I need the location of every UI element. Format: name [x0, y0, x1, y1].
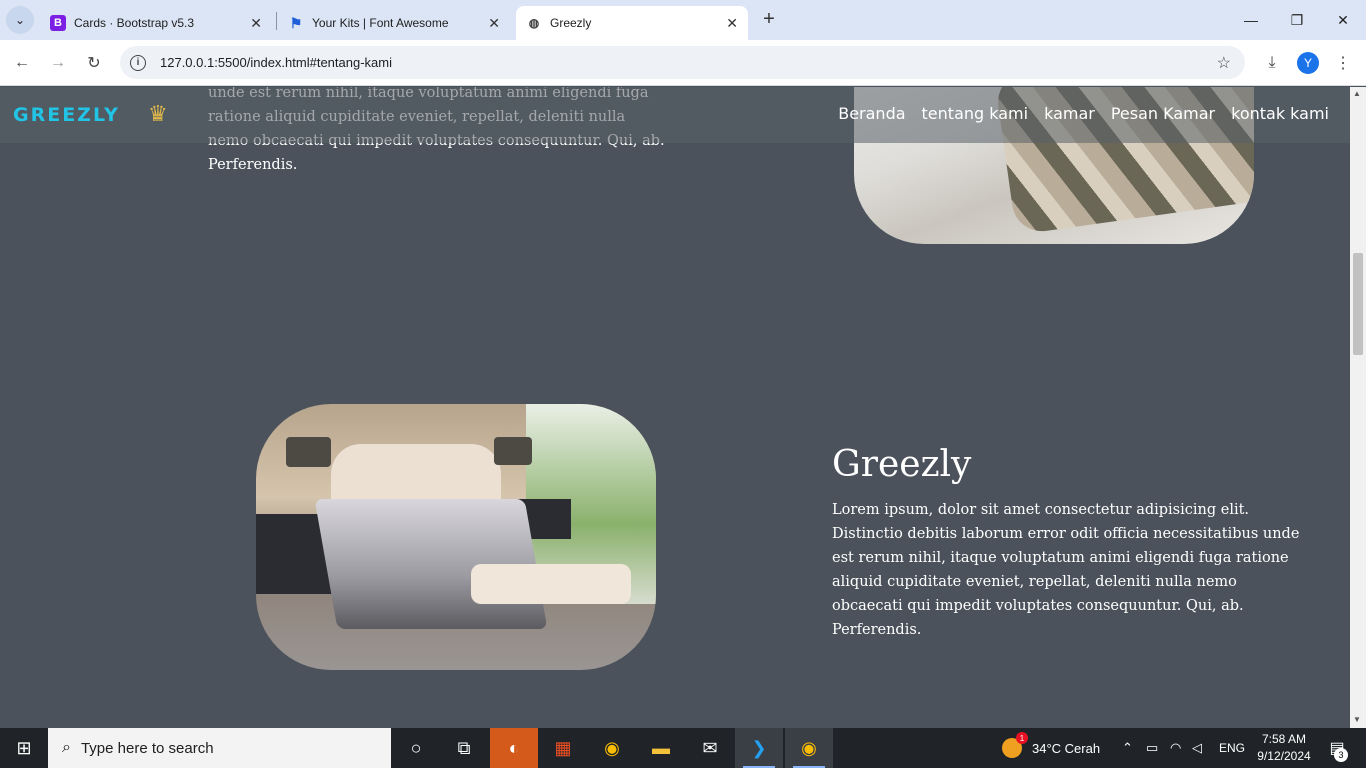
edge-icon[interactable]: ◐: [490, 728, 538, 768]
task-view-icon[interactable]: ⧉: [440, 728, 488, 768]
download-icon[interactable]: ⤓: [1260, 51, 1284, 75]
file-explorer-icon[interactable]: ▬: [637, 728, 685, 768]
wifi-icon[interactable]: ◠: [1170, 728, 1181, 768]
address-bar[interactable]: i 127.0.0.1:5500/index.html#tentang-kami…: [120, 46, 1245, 79]
system-clock[interactable]: 7:58 AM 9/12/2024: [1252, 731, 1316, 765]
nav-link-kamar[interactable]: kamar: [1044, 104, 1095, 123]
section-title: Greezly: [832, 444, 972, 485]
browser-toolbar: ← → ↻ i 127.0.0.1:5500/index.html#tentan…: [0, 40, 1366, 86]
back-button[interactable]: ←: [10, 51, 34, 75]
vscode-icon[interactable]: ❯: [735, 728, 783, 768]
page-viewport: unde est rerum nihil, itaque voluptatum …: [0, 87, 1350, 728]
mail-icon[interactable]: ✉: [686, 728, 734, 768]
flag-favicon-icon: ⚑: [289, 14, 303, 31]
notification-count-badge: 3: [1334, 748, 1348, 762]
battery-icon[interactable]: ▭: [1146, 728, 1158, 768]
close-tab-icon[interactable]: ✕: [726, 15, 738, 32]
chrome-icon[interactable]: ◉: [588, 728, 636, 768]
nav-link-pesan-kamar[interactable]: Pesan Kamar: [1111, 104, 1215, 123]
browser-menu-icon[interactable]: ⋮: [1331, 51, 1355, 75]
brand-logo[interactable]: GREEZLY: [13, 104, 120, 126]
sun-icon: 1: [1002, 732, 1028, 758]
search-placeholder: Type here to search: [80, 739, 214, 757]
scroll-down-icon[interactable]: ▼: [1353, 715, 1361, 724]
nav-link-beranda[interactable]: Beranda: [838, 104, 905, 123]
tab-divider: [276, 12, 277, 30]
nav-link-kontak-kami[interactable]: kontak kami: [1231, 104, 1329, 123]
store-icon[interactable]: ▦: [539, 728, 587, 768]
chrome-profile-icon[interactable]: ◉: [785, 728, 833, 768]
scroll-up-icon[interactable]: ▲: [1353, 89, 1361, 98]
reload-button[interactable]: ↻: [82, 51, 106, 75]
crown-icon: ♛: [148, 101, 168, 126]
page-scrollbar[interactable]: ▲ ▼: [1350, 87, 1366, 728]
globe-favicon-icon: ◍: [528, 16, 540, 30]
close-tab-icon[interactable]: ✕: [488, 15, 500, 32]
windows-taskbar: ⊞ ⌕ Type here to search ○ ⧉ ◐ ▦ ◉ ▬ ✉ ❯ …: [0, 728, 1366, 768]
close-tab-icon[interactable]: ✕: [250, 15, 262, 32]
url-text[interactable]: 127.0.0.1:5500/index.html#tentang-kami: [160, 55, 392, 70]
cortana-icon[interactable]: ○: [392, 728, 440, 768]
forward-button[interactable]: →: [46, 51, 70, 75]
nav-links: Beranda tentang kami kamar Pesan Kamar k…: [822, 104, 1329, 123]
restore-button[interactable]: ❐: [1274, 0, 1320, 40]
tab-search-button[interactable]: ⌄: [6, 6, 34, 34]
close-window-button[interactable]: ✕: [1320, 0, 1366, 40]
profile-avatar[interactable]: Y: [1297, 52, 1319, 74]
taskbar-search[interactable]: ⌕ Type here to search: [48, 728, 391, 768]
tab-title: Your Kits | Font Awesome: [312, 16, 449, 30]
new-tab-button[interactable]: +: [758, 8, 780, 30]
bootstrap-favicon-icon: B: [50, 15, 66, 31]
nav-link-tentang-kami[interactable]: tentang kami: [922, 104, 1029, 123]
bedroom-photo: [256, 404, 656, 670]
bookmark-star-icon[interactable]: ☆: [1217, 53, 1231, 73]
minimize-button[interactable]: —: [1228, 0, 1274, 40]
tab-title: Greezly: [550, 16, 592, 30]
site-info-icon[interactable]: i: [130, 54, 146, 71]
search-icon: ⌕: [62, 739, 71, 756]
tab-bootstrap[interactable]: B Cards · Bootstrap v5.3 ✕: [40, 6, 272, 40]
tab-title: Cards · Bootstrap v5.3: [74, 16, 195, 30]
weather-text: 34°C Cerah: [1032, 740, 1101, 756]
language-indicator[interactable]: ENG: [1219, 728, 1245, 768]
weather-widget[interactable]: 1 34°C Cerah: [1002, 728, 1100, 768]
site-navbar: GREEZLY ♛ Beranda tentang kami kamar Pes…: [0, 87, 1350, 143]
show-hidden-icons[interactable]: ⌃: [1122, 728, 1133, 768]
browser-tabbar: ⌄ B Cards · Bootstrap v5.3 ✕ ⚑ Your Kits…: [0, 0, 1366, 40]
volume-icon[interactable]: ◁: [1192, 728, 1202, 768]
windows-start-icon[interactable]: ⊞: [0, 728, 48, 768]
tab-font-awesome[interactable]: ⚑ Your Kits | Font Awesome ✕: [278, 6, 510, 40]
section-body: Lorem ipsum, dolor sit amet consectetur …: [832, 502, 1300, 638]
tab-greezly[interactable]: ◍ Greezly ✕: [516, 6, 748, 40]
scrollbar-thumb[interactable]: [1353, 253, 1363, 355]
